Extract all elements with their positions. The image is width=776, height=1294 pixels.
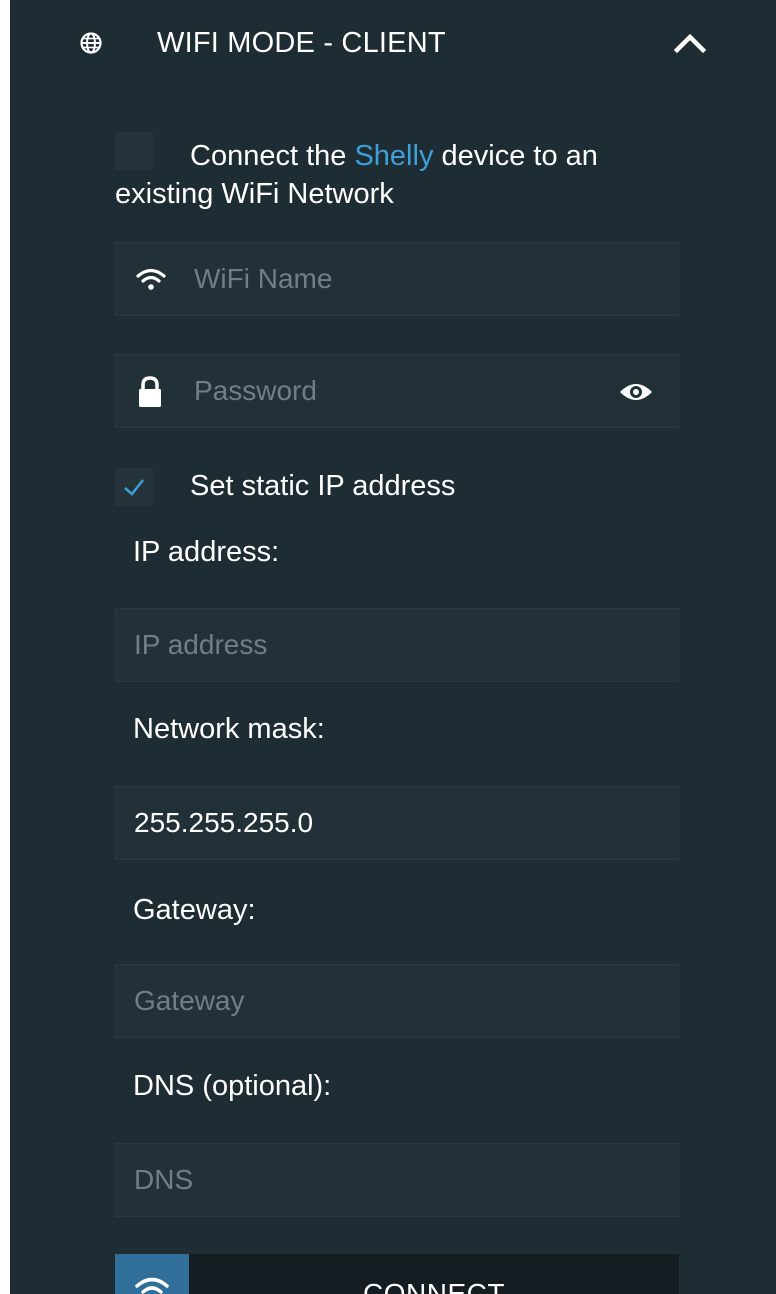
gateway-field[interactable] — [115, 964, 679, 1038]
wifi-icon — [136, 268, 166, 290]
password-field[interactable] — [115, 354, 679, 428]
dns-input[interactable] — [134, 1144, 654, 1216]
gateway-label: Gateway: — [133, 894, 256, 926]
gateway-input[interactable] — [134, 965, 654, 1037]
ip-address-label: IP address: — [133, 536, 280, 568]
shelly-link[interactable]: Shelly — [354, 140, 433, 172]
globe-icon — [80, 32, 102, 54]
client-mode-text-before: Connect the — [190, 140, 355, 172]
wifi-icon — [135, 1277, 169, 1294]
static-ip-label: Set static IP address — [190, 470, 456, 502]
static-ip-checkbox[interactable] — [115, 468, 153, 506]
client-mode-label: Connect the Shelly device to an existing… — [115, 137, 675, 213]
connect-button-label: CONNECT — [363, 1278, 505, 1294]
dns-label: DNS (optional): — [133, 1070, 332, 1102]
wifi-client-panel: WIFI MODE - CLIENT Connect the Shelly de… — [10, 0, 776, 1294]
wifi-name-field[interactable] — [115, 242, 679, 316]
dns-field[interactable] — [115, 1143, 679, 1217]
checkmark-icon — [124, 479, 144, 496]
section-header[interactable]: WIFI MODE - CLIENT — [10, 0, 776, 86]
lock-icon — [139, 376, 161, 407]
eye-icon[interactable] — [618, 381, 654, 403]
network-mask-field[interactable] — [115, 786, 679, 860]
chevron-up-icon[interactable] — [672, 30, 708, 56]
connect-icon-box — [115, 1254, 189, 1294]
ip-address-input[interactable] — [134, 609, 654, 681]
network-mask-input[interactable] — [134, 787, 654, 859]
section-title: WIFI MODE - CLIENT — [157, 27, 446, 59]
ip-address-field[interactable] — [115, 608, 679, 682]
password-input[interactable] — [194, 355, 614, 427]
network-mask-label: Network mask: — [133, 713, 325, 745]
wifi-name-input[interactable] — [194, 243, 614, 315]
connect-button[interactable]: CONNECT — [115, 1254, 679, 1294]
